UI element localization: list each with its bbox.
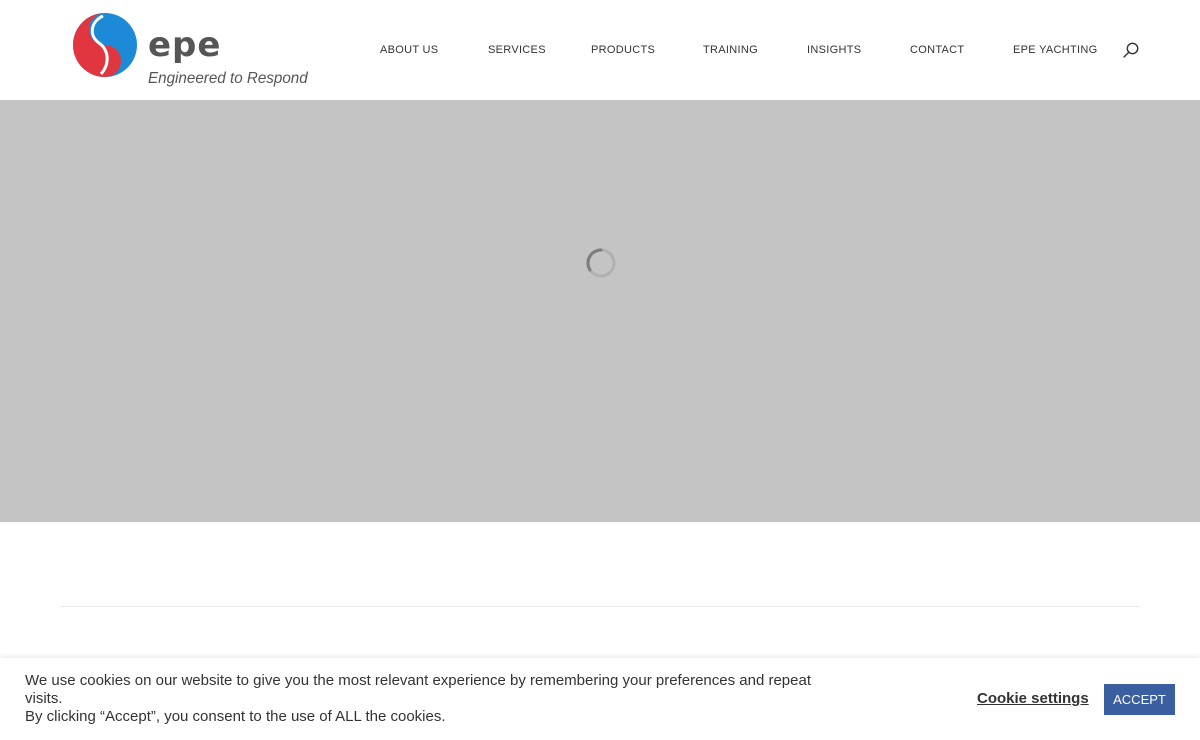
- nav-item-services[interactable]: SERVICES: [488, 43, 546, 57]
- brand-logo[interactable]: epe Engineered to Respond: [72, 12, 308, 92]
- spinner-icon: [586, 248, 616, 278]
- cookie-message-line-2: By clicking “Accept”, you consent to the…: [25, 708, 446, 725]
- logo-mark-icon: [73, 13, 137, 77]
- cookie-message: We use cookies on our website to give yo…: [25, 672, 815, 726]
- nav-item-training[interactable]: TRAINING: [703, 43, 758, 57]
- nav-item-epe-yachting[interactable]: EPE YACHTING: [1013, 43, 1098, 57]
- logo-tagline: Engineered to Respond: [148, 70, 308, 87]
- cookie-message-line-1: We use cookies on our website to give yo…: [25, 672, 811, 707]
- accept-cookies-button[interactable]: ACCEPT: [1104, 684, 1175, 715]
- cookie-settings-link[interactable]: Cookie settings: [977, 690, 1089, 708]
- nav-item-insights[interactable]: INSIGHTS: [807, 43, 861, 57]
- content-divider: [60, 606, 1140, 607]
- hero-slider-placeholder: [0, 100, 1200, 522]
- logo-wordmark: epe: [148, 25, 222, 65]
- site-header: epe Engineered to Respond ABOUT US SERVI…: [0, 0, 1183, 100]
- cookie-consent-banner: We use cookies on our website to give yo…: [0, 658, 1200, 740]
- nav-item-about-us[interactable]: ABOUT US: [380, 43, 438, 57]
- nav-item-products[interactable]: PRODUCTS: [591, 43, 655, 57]
- search-icon[interactable]: [1122, 41, 1140, 59]
- nav-item-contact[interactable]: CONTACT: [910, 43, 964, 57]
